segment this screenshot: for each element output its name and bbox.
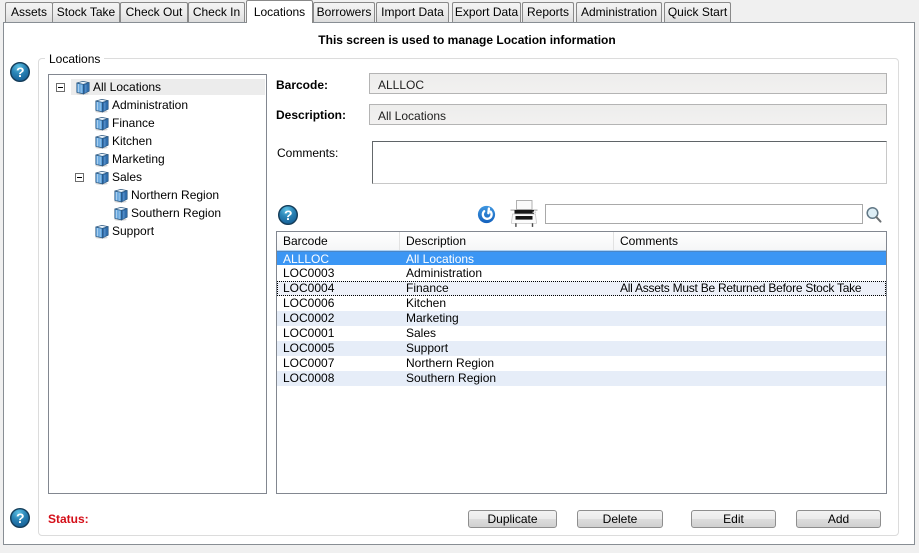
svg-text:?: ? (16, 64, 25, 80)
svg-text:?: ? (16, 510, 25, 526)
svg-text:?: ? (284, 207, 293, 223)
